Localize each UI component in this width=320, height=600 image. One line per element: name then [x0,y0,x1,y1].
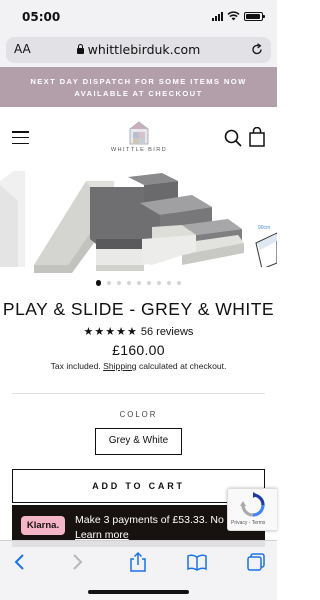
search-icon[interactable] [224,129,242,147]
logo-icon [129,121,149,145]
tax-note-prefix: Tax included. [50,361,101,371]
reviews-count[interactable]: 56 reviews [141,326,194,338]
hamburger-icon[interactable] [12,131,29,144]
url-display[interactable]: whittlebirduk.com [6,42,271,57]
next-slide-image[interactable]: 90cm [250,171,277,267]
pagination-dot[interactable] [117,281,122,285]
bookmarks-icon[interactable] [186,551,208,573]
pagination-dot[interactable] [147,281,152,285]
status-time: 05:00 [22,10,61,24]
tax-note: Tax included. Shipping calculated at che… [0,361,277,371]
color-option-label: COLOR [119,410,158,419]
divider [12,393,265,394]
pagination-dot[interactable] [107,281,112,285]
forward-icon[interactable] [66,551,88,573]
address-bar[interactable]: AA whittlebirduk.com [6,37,271,63]
site-header: WHITTLE BIRD [0,107,277,169]
gallery-pagination[interactable] [0,279,277,287]
product-main-image[interactable] [32,169,246,273]
logo-text: WHITTLE BIRD [110,147,168,153]
announcement-line-2: AVAILABLE AT CHECKOUT [74,89,203,98]
url-text: whittlebirduk.com [87,42,201,57]
battery-icon [244,11,265,21]
product-title: PLAY & SLIDE - GREY & WHITE [2,299,275,319]
pagination-dot[interactable] [177,281,182,285]
announcement-bar: NEXT DAY DISPATCH FOR SOME ITEMS NOW AVA… [0,67,277,107]
star-rating-icons: ★★★★★ [83,325,138,338]
pagination-dot[interactable] [127,281,132,285]
wifi-icon [227,11,240,21]
tax-note-suffix: calculated at checkout. [138,361,227,371]
previous-slide-image[interactable] [0,171,25,267]
tabs-icon[interactable] [245,551,267,573]
cellular-signal-icon [212,11,223,21]
status-icons [212,11,265,21]
pagination-dot[interactable] [157,281,162,285]
shipping-link[interactable]: Shipping [103,361,136,371]
klarna-logo: Klarna. [21,516,65,535]
product-gallery[interactable]: 90cm [0,169,277,277]
battery-fill [246,13,260,19]
site-logo[interactable]: WHITTLE BIRD [100,121,178,161]
color-option-grey-white[interactable]: Grey & White [95,428,182,455]
share-icon[interactable] [127,551,149,573]
pagination-dot[interactable] [95,280,102,286]
reload-icon[interactable] [251,43,263,56]
browser-address-area: AA whittlebirduk.com [0,34,277,67]
recaptcha-terms[interactable]: Privacy - Terms [231,520,265,526]
announcement-line-1: NEXT DAY DISPATCH FOR SOME ITEMS NOW [30,77,247,86]
product-rating[interactable]: ★★★★★ 56 reviews [0,325,277,338]
product-price: £160.00 [112,342,165,358]
recaptcha-badge[interactable]: Privacy - Terms [227,488,277,531]
shopping-bag-icon[interactable] [249,127,265,147]
pagination-dot[interactable] [137,281,142,285]
pagination-dot[interactable] [167,281,172,285]
recaptcha-icon [240,492,265,517]
svg-text:90cm: 90cm [258,225,270,231]
ios-status-bar: 05:00 [0,0,277,34]
back-icon[interactable] [9,551,31,573]
lock-icon [76,44,84,54]
home-indicator [88,590,189,594]
